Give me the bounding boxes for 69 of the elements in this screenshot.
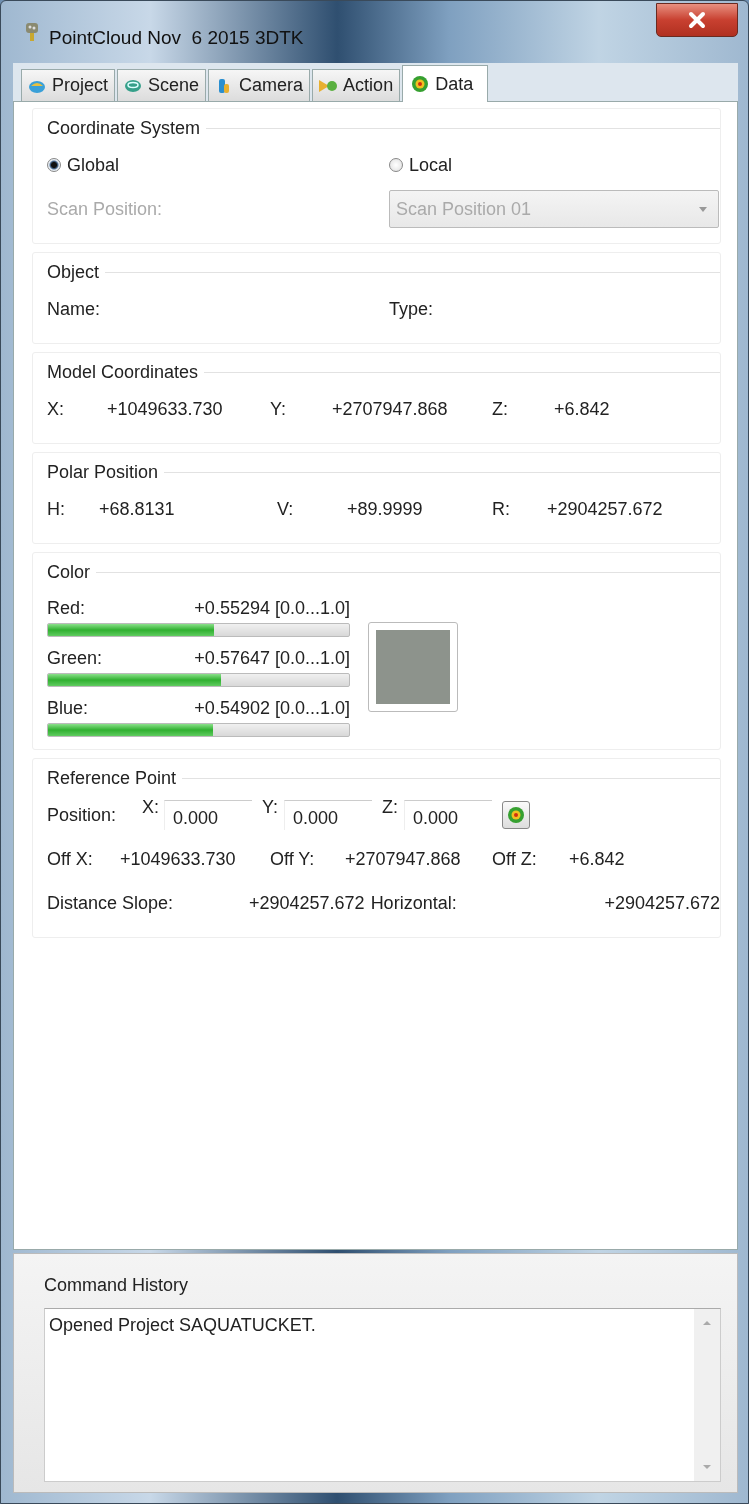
field-label: H: — [47, 498, 66, 520]
channel-label: Green: — [47, 648, 103, 669]
pick-button[interactable] — [502, 801, 530, 829]
tab[interactable]: Scene — [117, 69, 207, 101]
tab[interactable]: Data — [402, 65, 489, 102]
field-label: Z: — [382, 797, 399, 818]
field-value: +2707947.868 — [345, 848, 462, 870]
channel-label: Blue: — [47, 698, 89, 719]
field-label: X: — [142, 797, 160, 818]
section-title: Polar Position — [47, 461, 159, 483]
tab[interactable]: Camera — [208, 69, 311, 101]
close-button[interactable] — [656, 3, 738, 37]
target-icon — [507, 806, 525, 824]
field-label: Y: — [262, 797, 279, 818]
target-icon — [411, 75, 430, 93]
app-icon — [23, 21, 41, 43]
channel-reading: +0.57647 [0.0...1.0] — [194, 648, 350, 669]
field-value: +1049633.730 — [107, 398, 224, 420]
field-value: +1049633.730 — [120, 848, 237, 870]
field-label: Z: — [492, 398, 509, 420]
log-line: Opened Project SAQUATUCKET. — [49, 1315, 317, 1336]
field-label: Distance Slope: — [47, 892, 175, 914]
scroll-up-icon — [702, 1319, 712, 1327]
field-label: R: — [492, 498, 511, 520]
tab[interactable]: Action — [312, 69, 401, 101]
radio-button[interactable]: Global — [47, 154, 389, 176]
radio-indicator[interactable] — [47, 158, 61, 172]
field-value: +2904257.672 — [547, 498, 664, 520]
channel-reading: +0.54902 [0.0...1.0] — [194, 698, 350, 719]
section-title: Reference Point — [47, 767, 177, 789]
field-value: +2904257.672 — [249, 892, 365, 914]
radio-label: Global — [67, 154, 120, 176]
input-field[interactable]: 0.000 — [404, 800, 492, 830]
dropdown-value: Scan Position 01 — [396, 198, 532, 220]
channel-label: Red: — [47, 598, 86, 619]
field-label: Name: — [47, 298, 101, 320]
input-field[interactable]: 0.000 — [284, 800, 372, 830]
field-label: Off X: — [47, 848, 94, 870]
radio-indicator[interactable] — [389, 158, 403, 172]
field-value: +6.842 — [554, 398, 611, 420]
field-label: Off Y: — [270, 848, 316, 870]
field-value: +89.9999 — [347, 498, 424, 520]
field-label: V: — [277, 498, 295, 520]
section-title: Color — [47, 561, 90, 583]
radio-button[interactable]: Local — [389, 154, 453, 176]
scroll-down-icon — [702, 1463, 712, 1471]
section-title: Coordinate System — [47, 117, 201, 139]
field-label: Horizontal: — [370, 892, 457, 914]
field-value: +68.8131 — [99, 498, 176, 520]
radio-label: Local — [409, 154, 453, 176]
field-label: Type: — [389, 298, 434, 320]
field-value: +2904257.672 — [604, 892, 720, 914]
field-label: Position: — [47, 804, 118, 826]
field-label: X: — [47, 398, 65, 420]
input-field[interactable]: 0.000 — [164, 800, 252, 830]
scrollbar[interactable] — [694, 1309, 720, 1481]
section-title: Model Coordinates — [47, 361, 199, 383]
window-title: PointCloud Nov 6 2015 3DTK — [49, 27, 305, 49]
close-icon — [688, 11, 706, 29]
field-label: Off Z: — [492, 848, 538, 870]
channel-reading: +0.55294 [0.0...1.0] — [194, 598, 350, 619]
field-label: Y: — [270, 398, 287, 420]
field-label: Scan Position: — [47, 198, 164, 220]
panel-title: Command History — [44, 1273, 190, 1297]
field-value: +2707947.868 — [332, 398, 449, 420]
caret-icon — [698, 205, 708, 213]
section-title: Object — [47, 261, 100, 283]
tab[interactable]: Project — [21, 69, 116, 101]
field-value: +6.842 — [569, 848, 626, 870]
